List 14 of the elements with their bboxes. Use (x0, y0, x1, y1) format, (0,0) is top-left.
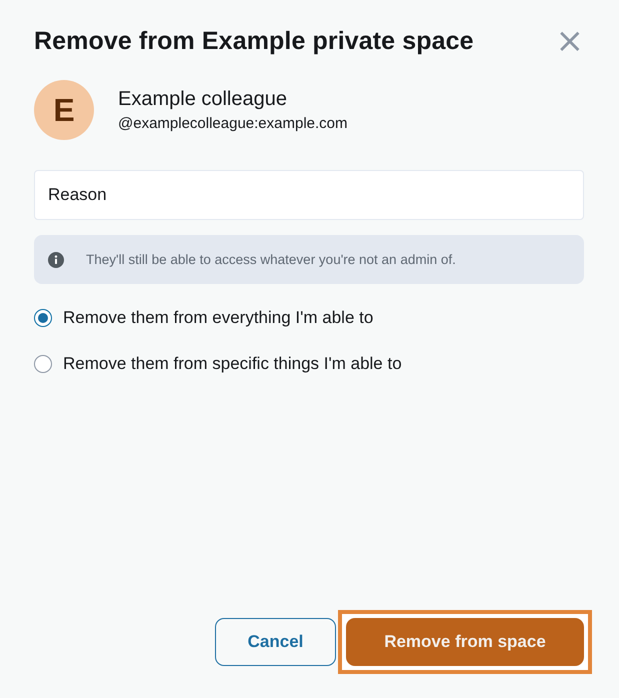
radio-icon[interactable] (34, 309, 52, 327)
remove-button[interactable]: Remove from space (346, 618, 584, 666)
user-id: @examplecolleague:example.com (118, 115, 348, 132)
radio-option[interactable]: Remove them from everything I'm able to (34, 308, 584, 328)
radio-option[interactable]: Remove them from specific things I'm able to (34, 354, 584, 374)
info-icon (48, 252, 64, 268)
user-avatar: E (34, 80, 94, 140)
notice-text: They'll still be able to access whatever you're not an admin of. (86, 252, 456, 267)
reason-field[interactable]: Reason (34, 170, 584, 220)
radio-icon[interactable] (34, 355, 52, 373)
user-name: Example colleague (118, 88, 288, 111)
dialog-title: Remove from Example private space (34, 26, 474, 56)
close-button[interactable]: × (556, 26, 584, 56)
cancel-button[interactable]: Cancel (215, 618, 336, 666)
